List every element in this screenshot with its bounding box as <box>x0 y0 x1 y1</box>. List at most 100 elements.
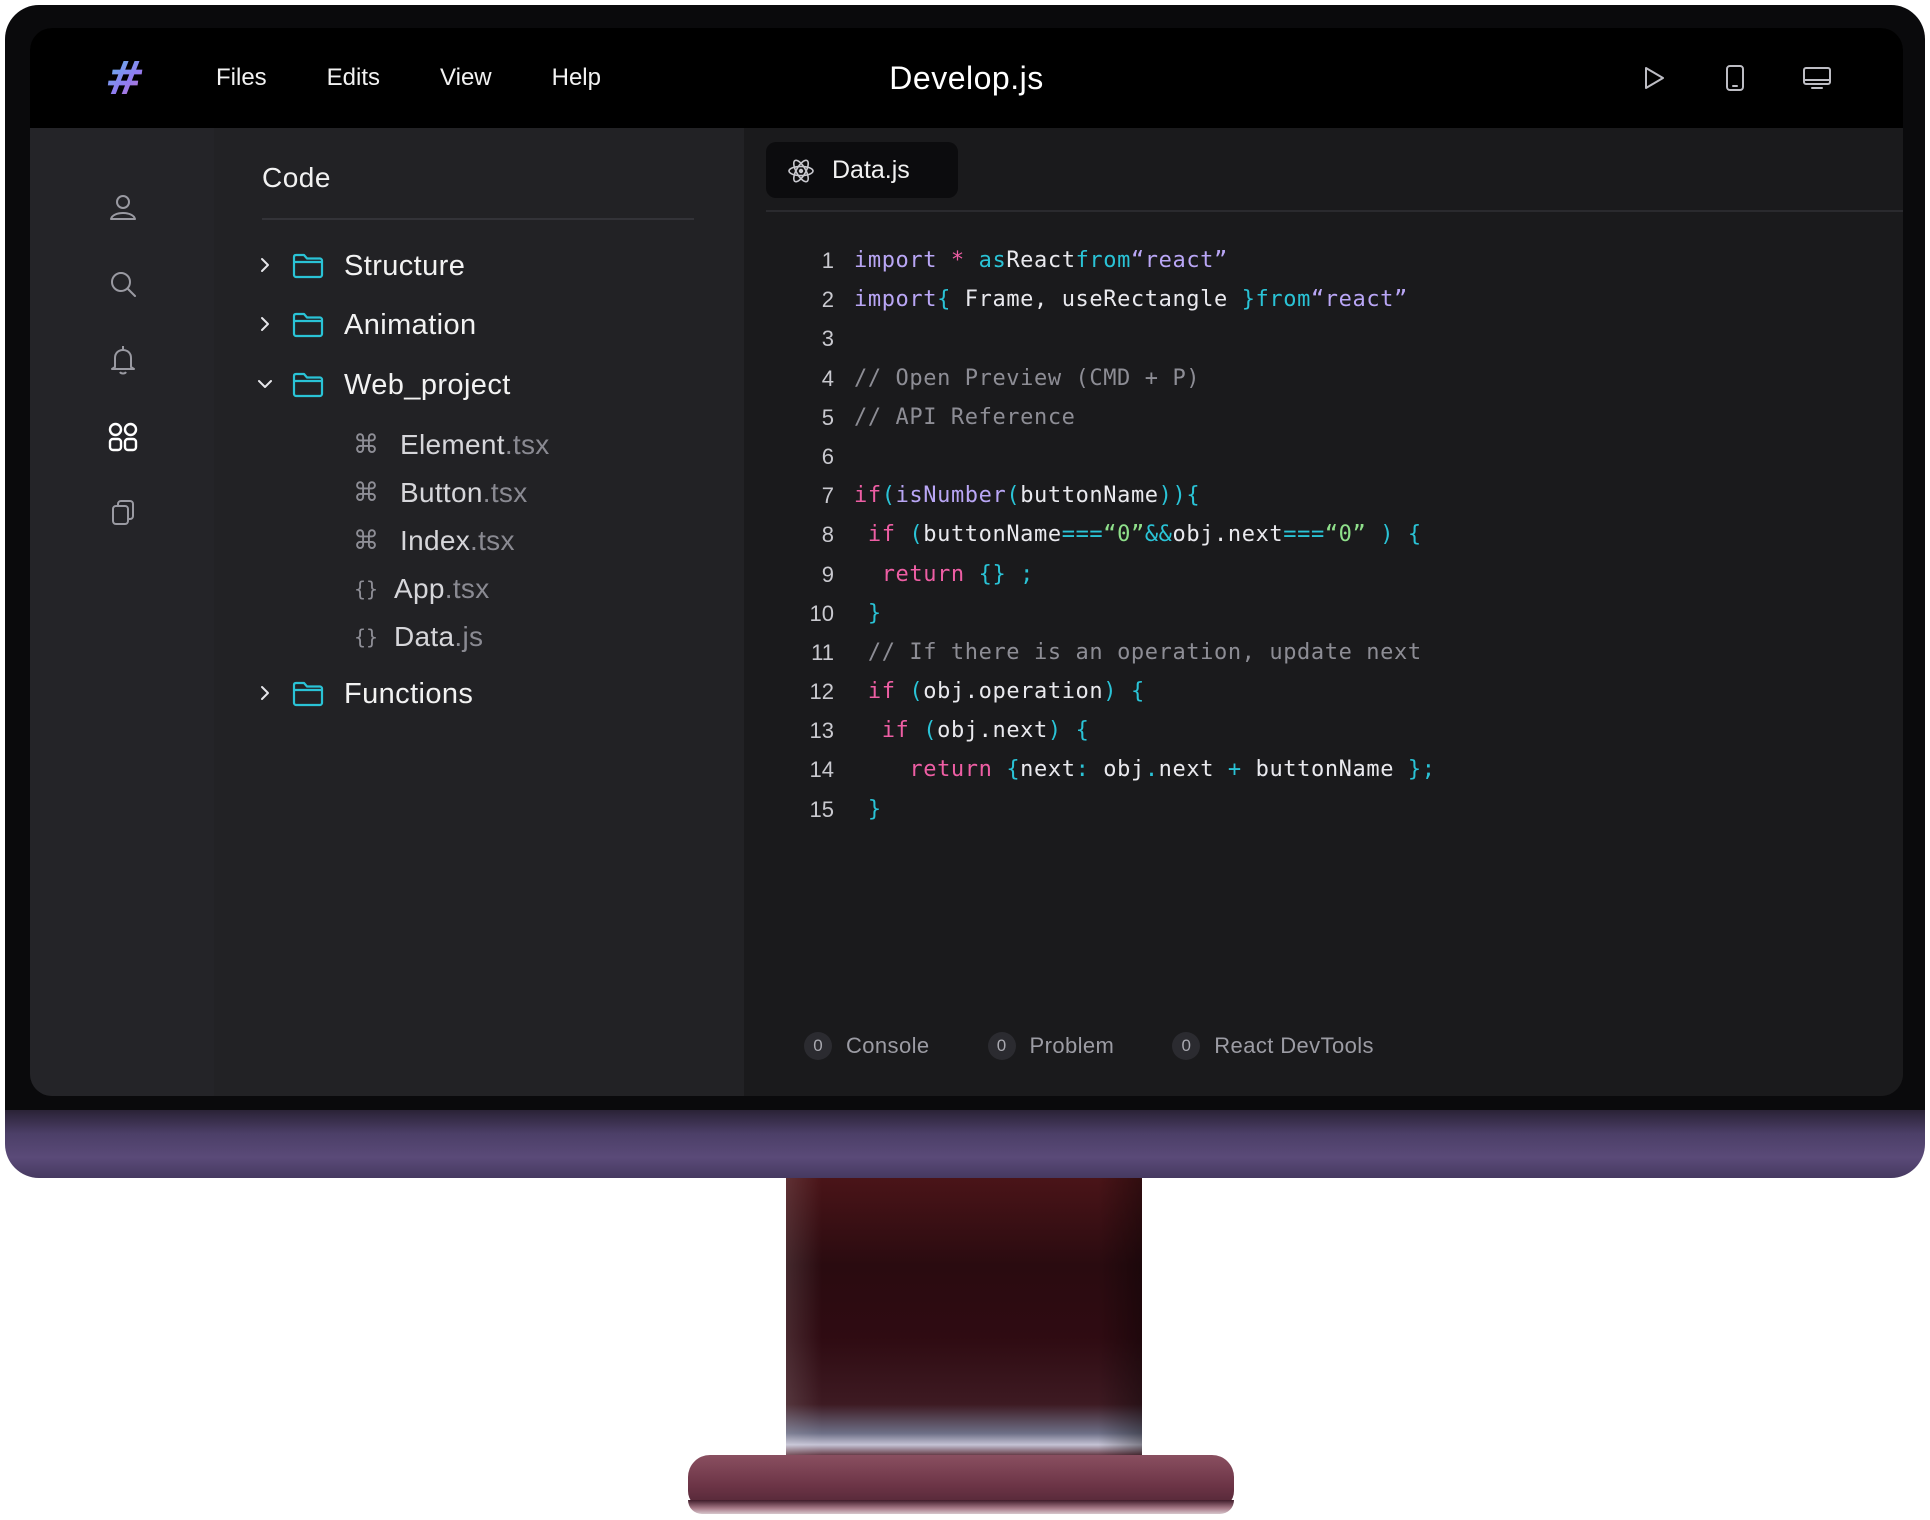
code-token: React <box>1006 248 1076 273</box>
rail-pages[interactable] <box>106 496 140 530</box>
code-line[interactable]: 7 if(isNumber(buttonName)){ <box>744 476 1903 515</box>
file-app-tsx[interactable]: {} App.tsx <box>214 569 744 609</box>
folder-label: Functions <box>344 678 474 710</box>
problem-tab[interactable]: 0 Problem <box>987 1026 1115 1066</box>
search-icon <box>111 272 136 297</box>
file-index-tsx[interactable]: ⌘ Index.tsx <box>214 521 744 561</box>
menu-edits[interactable]: Edits <box>327 58 380 98</box>
code-line[interactable]: 12 if (obj.operation) { <box>744 672 1903 711</box>
tab-data-js[interactable]: Data.js <box>766 142 958 198</box>
code-line[interactable]: 4 // Open Preview (CMD + P) <box>744 359 1903 398</box>
rail-notifications[interactable] <box>106 343 140 377</box>
bottom-panel-tabs: 0 Console 0 Problem 0 React DevTools <box>804 1026 1432 1066</box>
react-devtools-tab[interactable]: 0 React DevTools <box>1172 1026 1374 1066</box>
run-button[interactable] <box>1637 62 1669 94</box>
explorer-divider <box>262 218 694 220</box>
code-text: return {} ; <box>854 555 1034 594</box>
code-token: “0” <box>1324 522 1381 548</box>
code-line[interactable]: 9 return {} ; <box>744 555 1903 594</box>
app-title: Develop.js <box>889 60 1044 96</box>
code-token: // Open Preview (CMD + P) <box>854 365 1201 391</box>
command-icon: ⌘ <box>353 430 379 460</box>
code-token: buttonName <box>1255 757 1408 783</box>
folder-icon <box>292 253 324 279</box>
file-button-tsx[interactable]: ⌘ Button.tsx <box>214 473 744 513</box>
code-text: } <box>854 594 882 633</box>
line-number: 3 <box>821 326 834 352</box>
line-number: 7 <box>821 483 834 509</box>
code-token: } <box>867 796 882 822</box>
file-base: Button <box>400 477 483 508</box>
menu-view[interactable]: View <box>440 58 492 98</box>
rail-account[interactable] <box>106 190 140 224</box>
desktop-preview-button[interactable] <box>1801 62 1833 94</box>
play-icon <box>1645 67 1664 89</box>
file-data-js[interactable]: {} Data.js <box>214 617 744 657</box>
line-number: 14 <box>809 757 834 783</box>
folder-label: Animation <box>344 309 477 341</box>
code-line[interactable]: 5 // API Reference <box>744 398 1903 437</box>
code-token: import <box>854 248 951 273</box>
rail-search[interactable] <box>106 267 140 301</box>
react-devtools-label: React DevTools <box>1214 1033 1374 1058</box>
hash-logo-icon[interactable]: # <box>96 48 154 108</box>
code-line[interactable]: 15 } <box>744 790 1903 829</box>
code-token: ( <box>1006 483 1021 509</box>
code-line[interactable]: 8 if (buttonName===“0”&&obj.next===“0” )… <box>744 515 1903 554</box>
code-editor: Data.js 1 import * asReactfrom“react” 2 imp… <box>744 128 1903 1096</box>
code-line[interactable]: 2 import{ Frame, useRectangle }from“react… <box>744 280 1903 319</box>
code-token: ) { <box>1380 522 1422 548</box>
folder-icon <box>292 681 324 707</box>
code-line[interactable]: 1 import * asReactfrom“react” <box>744 241 1903 280</box>
code-token: isNumber <box>895 483 1007 509</box>
file-extension: .tsx <box>444 573 490 604</box>
code-line[interactable]: 13 if (obj.next) { <box>744 711 1903 750</box>
monitor-stand <box>786 1178 1142 1468</box>
folder-label: Structure <box>344 250 466 282</box>
tablet-preview-button[interactable] <box>1719 62 1751 94</box>
file-base: Data <box>394 621 455 652</box>
code-line[interactable]: 11 // If there is an operation, update n… <box>744 633 1903 672</box>
chevron-right-icon <box>261 258 269 272</box>
file-base: Element <box>400 429 505 460</box>
file-extension: .tsx <box>482 477 528 508</box>
line-number: 8 <box>821 522 834 548</box>
file-name: Index.tsx <box>400 521 515 561</box>
line-number: 1 <box>821 248 834 273</box>
folder-web-project[interactable]: Web_project <box>214 363 744 407</box>
code-token: + <box>1227 757 1256 783</box>
code-line[interactable]: 10 } <box>744 594 1903 633</box>
rail-components[interactable] <box>106 420 140 454</box>
explorer-title: Code <box>262 162 331 193</box>
chevron-right-icon <box>261 686 269 700</box>
folder-animation[interactable]: Animation <box>214 303 744 347</box>
line-number: 6 <box>821 443 834 469</box>
code-token: ( <box>909 522 924 548</box>
code-token: next <box>1020 757 1076 783</box>
console-tab[interactable]: 0 Console <box>804 1026 930 1066</box>
code-token: if <box>881 718 924 744</box>
code-token: ) { <box>1047 718 1090 744</box>
monitor-chin <box>5 1110 1925 1178</box>
code-text: if (obj.next) { <box>854 711 1089 750</box>
menu-help[interactable]: Help <box>552 58 601 98</box>
folder-structure[interactable]: Structure <box>214 244 744 288</box>
code-token: { <box>1186 483 1201 509</box>
line-number: 13 <box>809 718 834 744</box>
code-token: Frame, useRectangle <box>964 287 1242 313</box>
code-token: next <box>1158 757 1228 783</box>
code-line[interactable]: 6 <box>744 437 1903 476</box>
code-token: obj.next <box>937 718 1048 744</box>
code-line[interactable]: 14 return {next: obj.next + buttonName }… <box>744 750 1903 789</box>
folder-functions[interactable]: Functions <box>214 672 744 716</box>
code-text: import * asReactfrom“react” <box>854 241 1228 280</box>
code-line[interactable]: 3 <box>744 319 1903 358</box>
code-token: ) { <box>1103 679 1145 705</box>
file-element-tsx[interactable]: ⌘ Element.tsx <box>214 425 744 465</box>
code-token: {} ; <box>978 561 1035 587</box>
code-area[interactable]: 1 import * asReactfrom“react” 2 import{ Fra… <box>744 241 1903 829</box>
menu-files[interactable]: Files <box>216 58 267 98</box>
